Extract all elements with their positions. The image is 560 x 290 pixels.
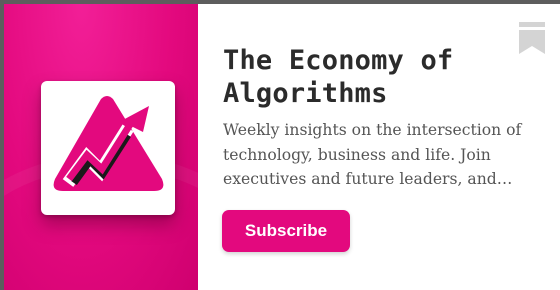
mountain-arrow-icon bbox=[53, 96, 164, 191]
subscribe-button[interactable]: Subscribe bbox=[222, 210, 350, 252]
publication-title: The Economy of Algorithms bbox=[223, 45, 454, 109]
publication-description: Weekly insights on the intersection of t… bbox=[223, 121, 522, 188]
publication-card: The Economy of Algorithms Weekly insight… bbox=[4, 4, 560, 290]
publication-logo[interactable] bbox=[41, 81, 175, 215]
brand-panel bbox=[4, 4, 198, 290]
bookmark-icon[interactable] bbox=[519, 22, 545, 54]
